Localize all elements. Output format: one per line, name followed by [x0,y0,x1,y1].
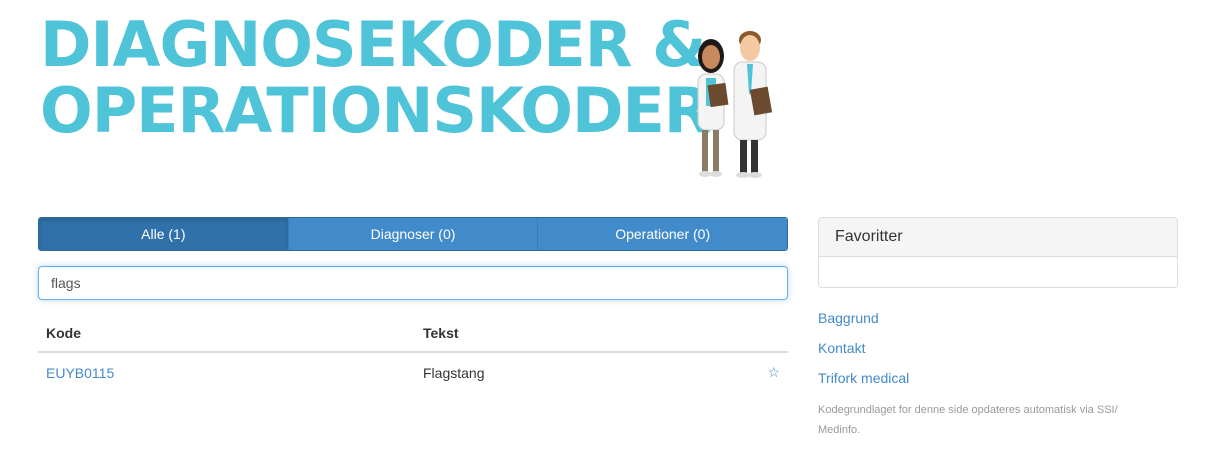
tab-operationer[interactable]: Operationer (0) [538,218,787,250]
table-header-row: Kode Tekst [38,314,788,353]
star-outline-icon[interactable]: ☆ [758,352,788,392]
text-cell: Flagstang [423,364,485,381]
update-footnote: Kodegrundlaget for denne side opdateres … [818,404,1118,436]
code-link[interactable]: EUYB0115 [46,365,114,381]
logo-title-line-2: OPERATIONSKODER [40,74,712,147]
logo-title-line-1: DIAGNOSEKODER & [40,8,706,81]
code-cell: EUYB0115 [38,352,415,392]
info-links: Baggrund Kontakt Trifork medical [818,308,909,398]
link-baggrund[interactable]: Baggrund [818,308,909,338]
tab-diagnoser[interactable]: Diagnoser (0) [288,218,539,250]
favorites-panel: Favoritter [818,217,1178,288]
category-tabs: Alle (1) Diagnoser (0) Operationer (0) [38,217,788,251]
site-logo-title: DIAGNOSEKODER & OPERATIONSKODER [40,8,712,147]
link-kontakt[interactable]: Kontakt [818,338,909,368]
column-header-favorite [758,314,788,353]
tab-alle[interactable]: Alle (1) [39,218,289,250]
results-table: Kode Tekst EUYB0115 Flagstang ☆ [38,314,788,392]
female-doctor-figure [697,39,729,177]
link-trifork-medical[interactable]: Trifork medical [818,368,909,398]
column-header-tekst: Tekst [415,314,758,353]
search-input[interactable] [38,266,788,300]
table-row: EUYB0115 Flagstang ☆ [38,352,788,392]
doctors-illustration [697,31,773,178]
column-header-kode: Kode [38,314,415,353]
favorites-panel-title: Favoritter [819,218,1177,257]
male-doctor-figure [733,31,773,178]
